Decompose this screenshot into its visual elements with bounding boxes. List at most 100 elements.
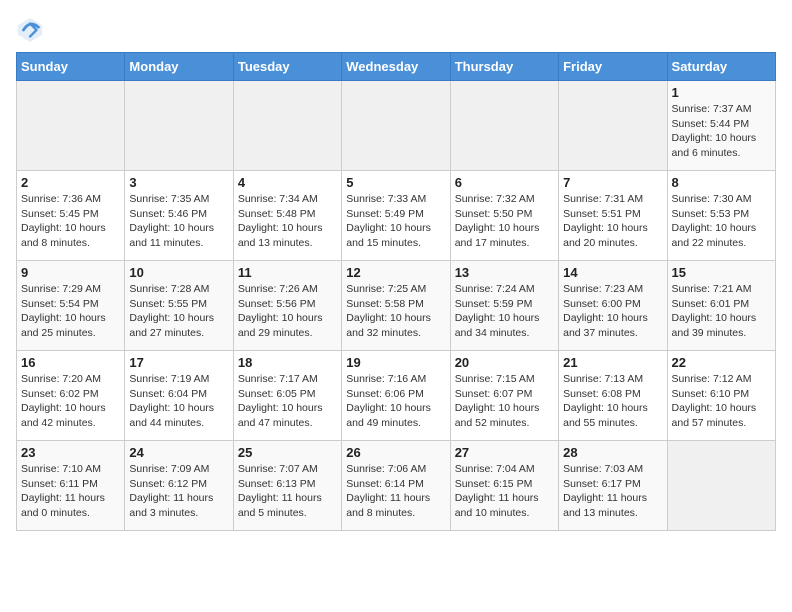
calendar-cell: 16 Sunrise: 7:20 AM Sunset: 6:02 PM Dayli… — [17, 351, 125, 441]
day-info: Sunrise: 7:09 AM Sunset: 6:12 PM Dayligh… — [129, 462, 228, 521]
calendar-cell — [667, 441, 775, 531]
calendar-cell: 4 Sunrise: 7:34 AM Sunset: 5:48 PM Daylig… — [233, 171, 341, 261]
day-number: 18 — [238, 355, 337, 370]
week-row-4: 16 Sunrise: 7:20 AM Sunset: 6:02 PM Dayli… — [17, 351, 776, 441]
day-number: 26 — [346, 445, 445, 460]
day-info: Sunrise: 7:32 AM Sunset: 5:50 PM Dayligh… — [455, 192, 554, 251]
day-number: 12 — [346, 265, 445, 280]
week-row-1: 1 Sunrise: 7:37 AM Sunset: 5:44 PM Daylig… — [17, 81, 776, 171]
calendar-cell: 3 Sunrise: 7:35 AM Sunset: 5:46 PM Daylig… — [125, 171, 233, 261]
day-info: Sunrise: 7:30 AM Sunset: 5:53 PM Dayligh… — [672, 192, 771, 251]
calendar-header: SundayMondayTuesdayWednesdayThursdayFrid… — [17, 53, 776, 81]
day-number: 5 — [346, 175, 445, 190]
day-number: 17 — [129, 355, 228, 370]
header-cell-tuesday: Tuesday — [233, 53, 341, 81]
day-number: 7 — [563, 175, 662, 190]
day-info: Sunrise: 7:17 AM Sunset: 6:05 PM Dayligh… — [238, 372, 337, 431]
day-info: Sunrise: 7:03 AM Sunset: 6:17 PM Dayligh… — [563, 462, 662, 521]
header-cell-sunday: Sunday — [17, 53, 125, 81]
calendar-table: SundayMondayTuesdayWednesdayThursdayFrid… — [16, 52, 776, 531]
day-info: Sunrise: 7:13 AM Sunset: 6:08 PM Dayligh… — [563, 372, 662, 431]
day-info: Sunrise: 7:23 AM Sunset: 6:00 PM Dayligh… — [563, 282, 662, 341]
calendar-cell — [342, 81, 450, 171]
header-cell-monday: Monday — [125, 53, 233, 81]
day-number: 24 — [129, 445, 228, 460]
day-number: 13 — [455, 265, 554, 280]
calendar-cell: 10Sunrise: 7:28 AM Sunset: 5:55 PM Dayli… — [125, 261, 233, 351]
calendar-cell: 23Sunrise: 7:10 AM Sunset: 6:11 PM Dayli… — [17, 441, 125, 531]
day-info: Sunrise: 7:37 AM Sunset: 5:44 PM Dayligh… — [672, 102, 771, 161]
day-number: 2 — [21, 175, 120, 190]
day-number: 1 — [672, 85, 771, 100]
day-number: 25 — [238, 445, 337, 460]
day-info: Sunrise: 7:21 AM Sunset: 6:01 PM Dayligh… — [672, 282, 771, 341]
calendar-cell: 7 Sunrise: 7:31 AM Sunset: 5:51 PM Daylig… — [559, 171, 667, 261]
day-number: 20 — [455, 355, 554, 370]
calendar-cell: 2 Sunrise: 7:36 AM Sunset: 5:45 PM Daylig… — [17, 171, 125, 261]
header-cell-friday: Friday — [559, 53, 667, 81]
day-info: Sunrise: 7:31 AM Sunset: 5:51 PM Dayligh… — [563, 192, 662, 251]
calendar-cell: 14 Sunrise: 7:23 AM Sunset: 6:00 PM Dayli… — [559, 261, 667, 351]
week-row-2: 2 Sunrise: 7:36 AM Sunset: 5:45 PM Daylig… — [17, 171, 776, 261]
calendar-cell: 19 Sunrise: 7:16 AM Sunset: 6:06 PM Dayli… — [342, 351, 450, 441]
calendar-cell: 22Sunrise: 7:12 AM Sunset: 6:10 PM Dayli… — [667, 351, 775, 441]
day-info: Sunrise: 7:36 AM Sunset: 5:45 PM Dayligh… — [21, 192, 120, 251]
calendar-cell — [233, 81, 341, 171]
calendar-cell: 21 Sunrise: 7:13 AM Sunset: 6:08 PM Dayli… — [559, 351, 667, 441]
calendar-body: 1 Sunrise: 7:37 AM Sunset: 5:44 PM Daylig… — [17, 81, 776, 531]
day-number: 19 — [346, 355, 445, 370]
header-row: SundayMondayTuesdayWednesdayThursdayFrid… — [17, 53, 776, 81]
day-info: Sunrise: 7:06 AM Sunset: 6:14 PM Dayligh… — [346, 462, 445, 521]
day-info: Sunrise: 7:16 AM Sunset: 6:06 PM Dayligh… — [346, 372, 445, 431]
calendar-cell: 27 Sunrise: 7:04 AM Sunset: 6:15 PM Dayli… — [450, 441, 558, 531]
calendar-cell: 17 Sunrise: 7:19 AM Sunset: 6:04 PM Dayli… — [125, 351, 233, 441]
day-number: 22 — [672, 355, 771, 370]
day-number: 4 — [238, 175, 337, 190]
day-number: 21 — [563, 355, 662, 370]
day-info: Sunrise: 7:07 AM Sunset: 6:13 PM Dayligh… — [238, 462, 337, 521]
day-number: 28 — [563, 445, 662, 460]
calendar-cell: 5 Sunrise: 7:33 AM Sunset: 5:49 PM Daylig… — [342, 171, 450, 261]
day-number: 15 — [672, 265, 771, 280]
day-number: 8 — [672, 175, 771, 190]
day-number: 16 — [21, 355, 120, 370]
calendar-cell: 28 Sunrise: 7:03 AM Sunset: 6:17 PM Dayli… — [559, 441, 667, 531]
logo — [16, 16, 48, 44]
day-info: Sunrise: 7:04 AM Sunset: 6:15 PM Dayligh… — [455, 462, 554, 521]
day-info: Sunrise: 7:25 AM Sunset: 5:58 PM Dayligh… — [346, 282, 445, 341]
day-info: Sunrise: 7:20 AM Sunset: 6:02 PM Dayligh… — [21, 372, 120, 431]
day-info: Sunrise: 7:33 AM Sunset: 5:49 PM Dayligh… — [346, 192, 445, 251]
calendar-cell: 8 Sunrise: 7:30 AM Sunset: 5:53 PM Daylig… — [667, 171, 775, 261]
day-number: 3 — [129, 175, 228, 190]
calendar-cell: 20 Sunrise: 7:15 AM Sunset: 6:07 PM Dayli… — [450, 351, 558, 441]
day-info: Sunrise: 7:19 AM Sunset: 6:04 PM Dayligh… — [129, 372, 228, 431]
day-number: 6 — [455, 175, 554, 190]
page-header — [16, 16, 776, 44]
day-info: Sunrise: 7:15 AM Sunset: 6:07 PM Dayligh… — [455, 372, 554, 431]
calendar-cell: 15 Sunrise: 7:21 AM Sunset: 6:01 PM Dayli… — [667, 261, 775, 351]
calendar-cell: 12 Sunrise: 7:25 AM Sunset: 5:58 PM Dayli… — [342, 261, 450, 351]
day-number: 27 — [455, 445, 554, 460]
day-info: Sunrise: 7:34 AM Sunset: 5:48 PM Dayligh… — [238, 192, 337, 251]
day-number: 14 — [563, 265, 662, 280]
day-number: 9 — [21, 265, 120, 280]
logo-icon — [16, 16, 44, 44]
calendar-cell — [125, 81, 233, 171]
calendar-cell: 18 Sunrise: 7:17 AM Sunset: 6:05 PM Dayli… — [233, 351, 341, 441]
day-info: Sunrise: 7:28 AM Sunset: 5:55 PM Dayligh… — [129, 282, 228, 341]
day-info: Sunrise: 7:26 AM Sunset: 5:56 PM Dayligh… — [238, 282, 337, 341]
calendar-cell: 6 Sunrise: 7:32 AM Sunset: 5:50 PM Daylig… — [450, 171, 558, 261]
calendar-cell: 11Sunrise: 7:26 AM Sunset: 5:56 PM Dayli… — [233, 261, 341, 351]
calendar-cell — [17, 81, 125, 171]
calendar-cell — [559, 81, 667, 171]
calendar-cell: 9 Sunrise: 7:29 AM Sunset: 5:54 PM Daylig… — [17, 261, 125, 351]
calendar-cell: 26 Sunrise: 7:06 AM Sunset: 6:14 PM Dayli… — [342, 441, 450, 531]
calendar-cell — [450, 81, 558, 171]
header-cell-wednesday: Wednesday — [342, 53, 450, 81]
calendar-cell: 25 Sunrise: 7:07 AM Sunset: 6:13 PM Dayli… — [233, 441, 341, 531]
day-info: Sunrise: 7:29 AM Sunset: 5:54 PM Dayligh… — [21, 282, 120, 341]
day-info: Sunrise: 7:10 AM Sunset: 6:11 PM Dayligh… — [21, 462, 120, 521]
calendar-cell: 13Sunrise: 7:24 AM Sunset: 5:59 PM Dayli… — [450, 261, 558, 351]
day-info: Sunrise: 7:35 AM Sunset: 5:46 PM Dayligh… — [129, 192, 228, 251]
week-row-5: 23Sunrise: 7:10 AM Sunset: 6:11 PM Dayli… — [17, 441, 776, 531]
